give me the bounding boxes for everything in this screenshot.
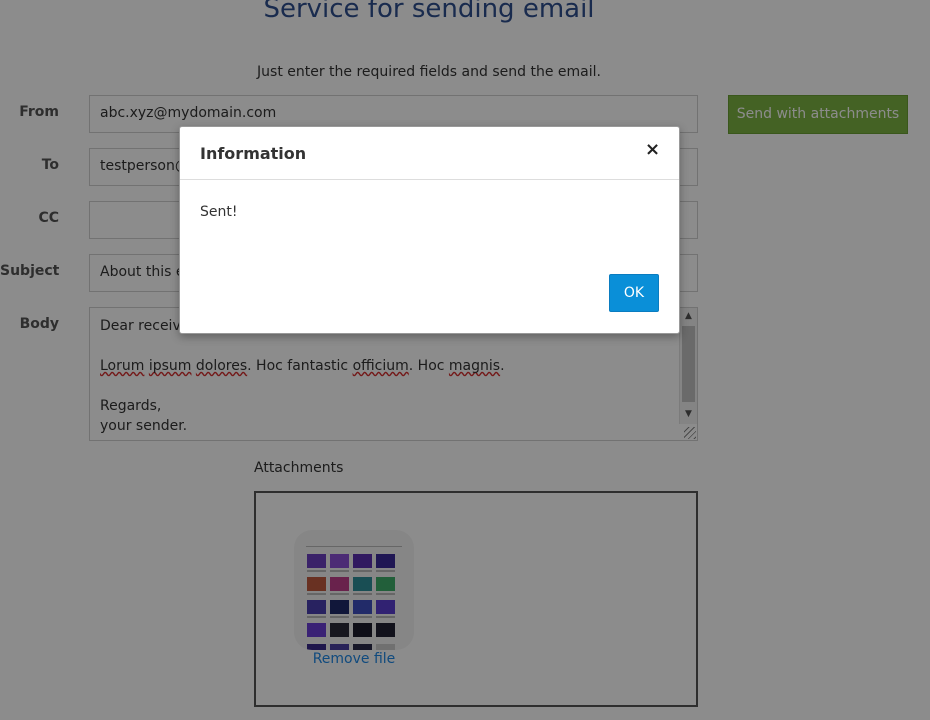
close-icon[interactable]: × (645, 139, 660, 160)
dialog-message: Sent! (200, 204, 238, 220)
information-dialog: Information × Sent! OK (179, 126, 680, 334)
dialog-divider (180, 179, 679, 180)
dialog-title: Information (200, 144, 307, 163)
ok-button[interactable]: OK (609, 274, 659, 312)
modal-backdrop[interactable] (0, 0, 930, 720)
